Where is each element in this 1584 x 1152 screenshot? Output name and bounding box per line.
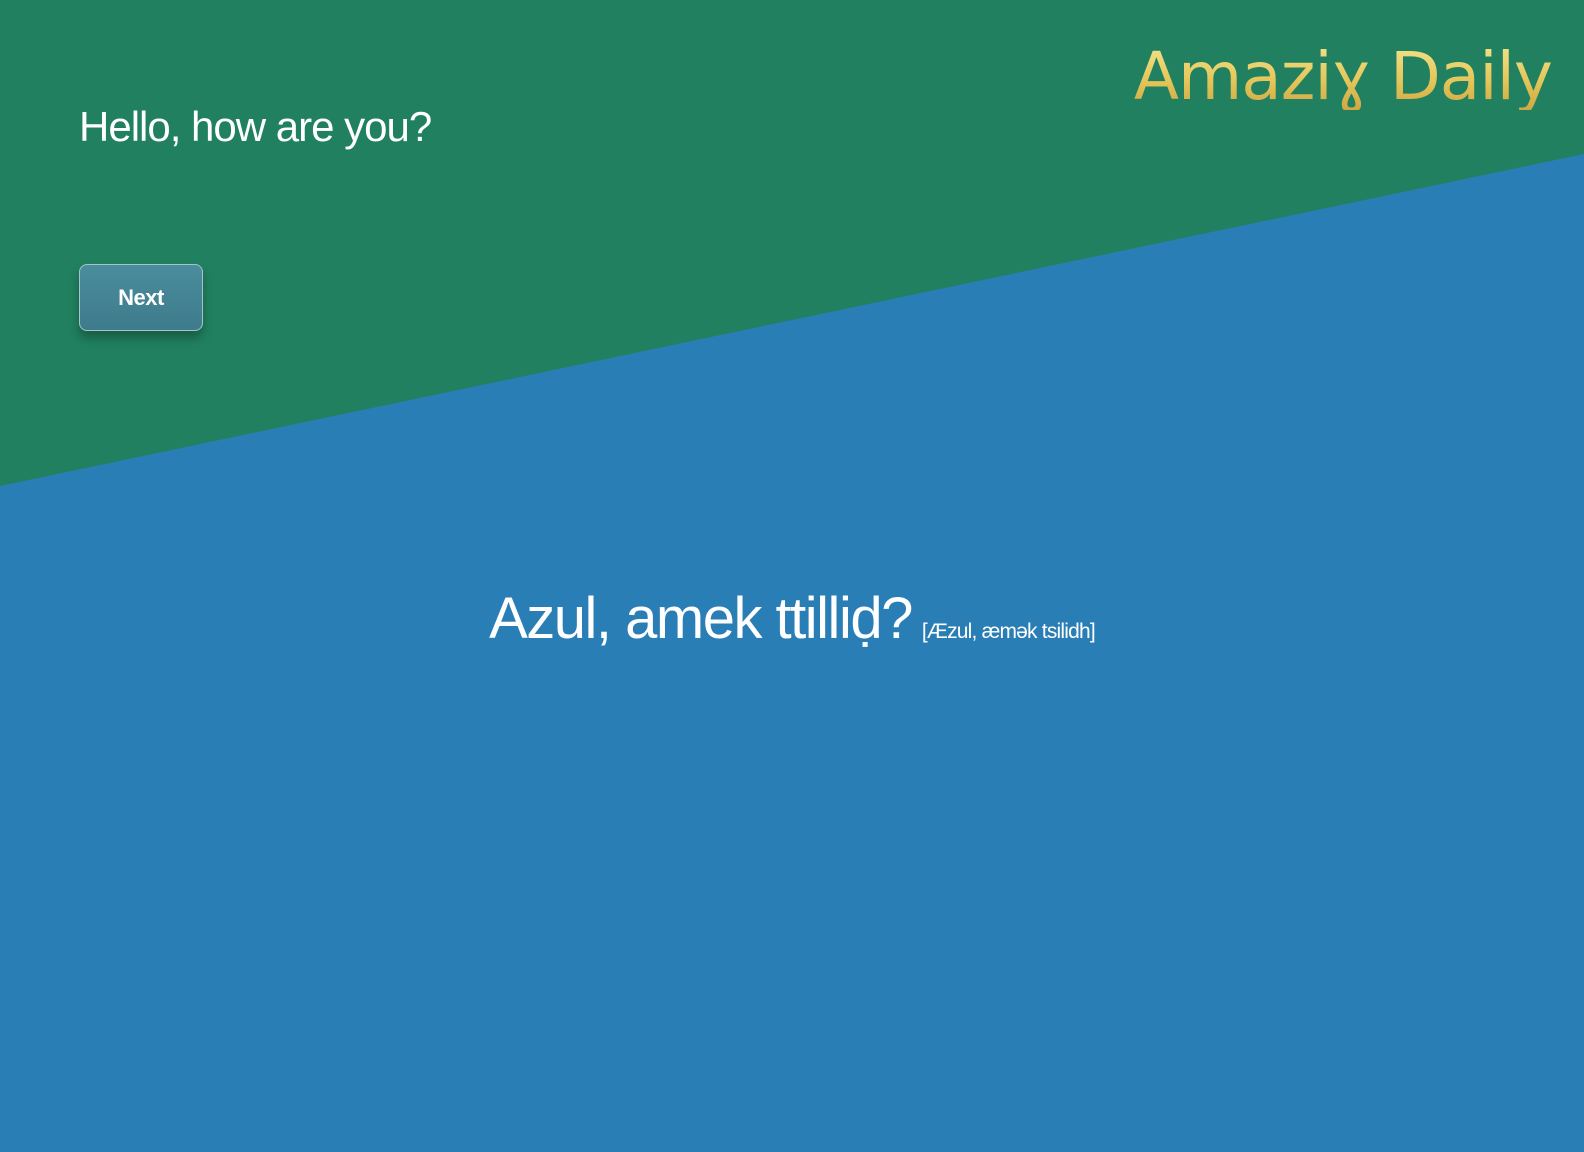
english-prompt: Hello, how are you?	[79, 103, 432, 150]
background	[0, 0, 1584, 1152]
brand-logo: Amaziɣ Daily	[1133, 38, 1553, 115]
pronunciation-hint: [Æzul, æmək tsilidh]	[921, 620, 1096, 643]
amazigh-phrase: Azul, amek ttilliḍ?	[489, 586, 913, 651]
next-button[interactable]: Next	[79, 264, 203, 331]
phrase-block: Azul, amek ttilliḍ? [Æzul, æmək tsilidh]	[0, 585, 1584, 652]
